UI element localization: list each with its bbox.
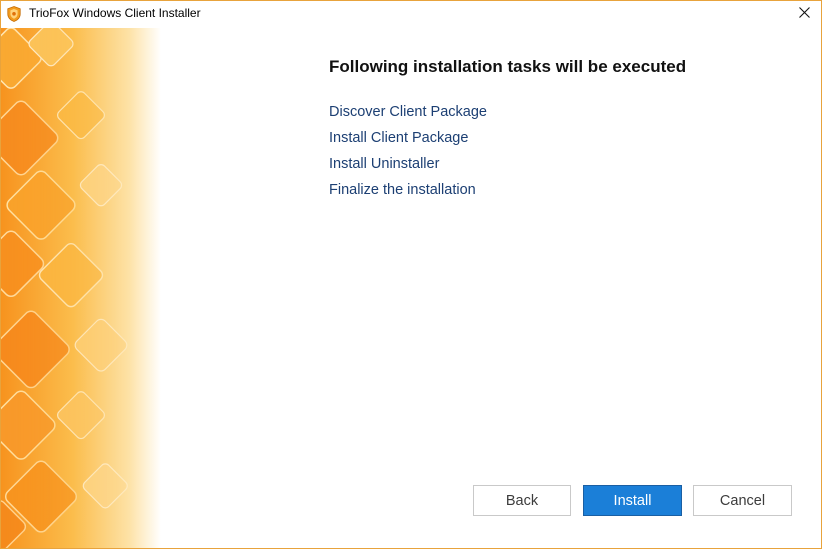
task-summary-panel: Following installation tasks will be exe… [329, 57, 799, 203]
close-button[interactable] [787, 1, 821, 27]
close-icon [798, 5, 810, 23]
page-title: Following installation tasks will be exe… [329, 57, 687, 76]
decorative-side-banner [1, 28, 161, 548]
task-item-install-client-package: Install Client Package [329, 130, 469, 146]
window-title: TrioFox Windows Client Installer [29, 6, 201, 20]
install-button[interactable]: Install [583, 485, 682, 516]
task-list: Discover Client Package Install Client P… [329, 99, 799, 203]
task-item-discover-client-package: Discover Client Package [329, 104, 487, 120]
installer-window: TrioFox Windows Client Installer Followi… [0, 0, 822, 549]
task-item-finalize-installation: Finalize the installation [329, 182, 476, 198]
back-button[interactable]: Back [473, 485, 571, 516]
title-bar: TrioFox Windows Client Installer [1, 1, 821, 27]
cancel-button[interactable]: Cancel [693, 485, 792, 516]
shield-icon [7, 6, 21, 22]
task-item-install-uninstaller: Install Uninstaller [329, 156, 440, 172]
